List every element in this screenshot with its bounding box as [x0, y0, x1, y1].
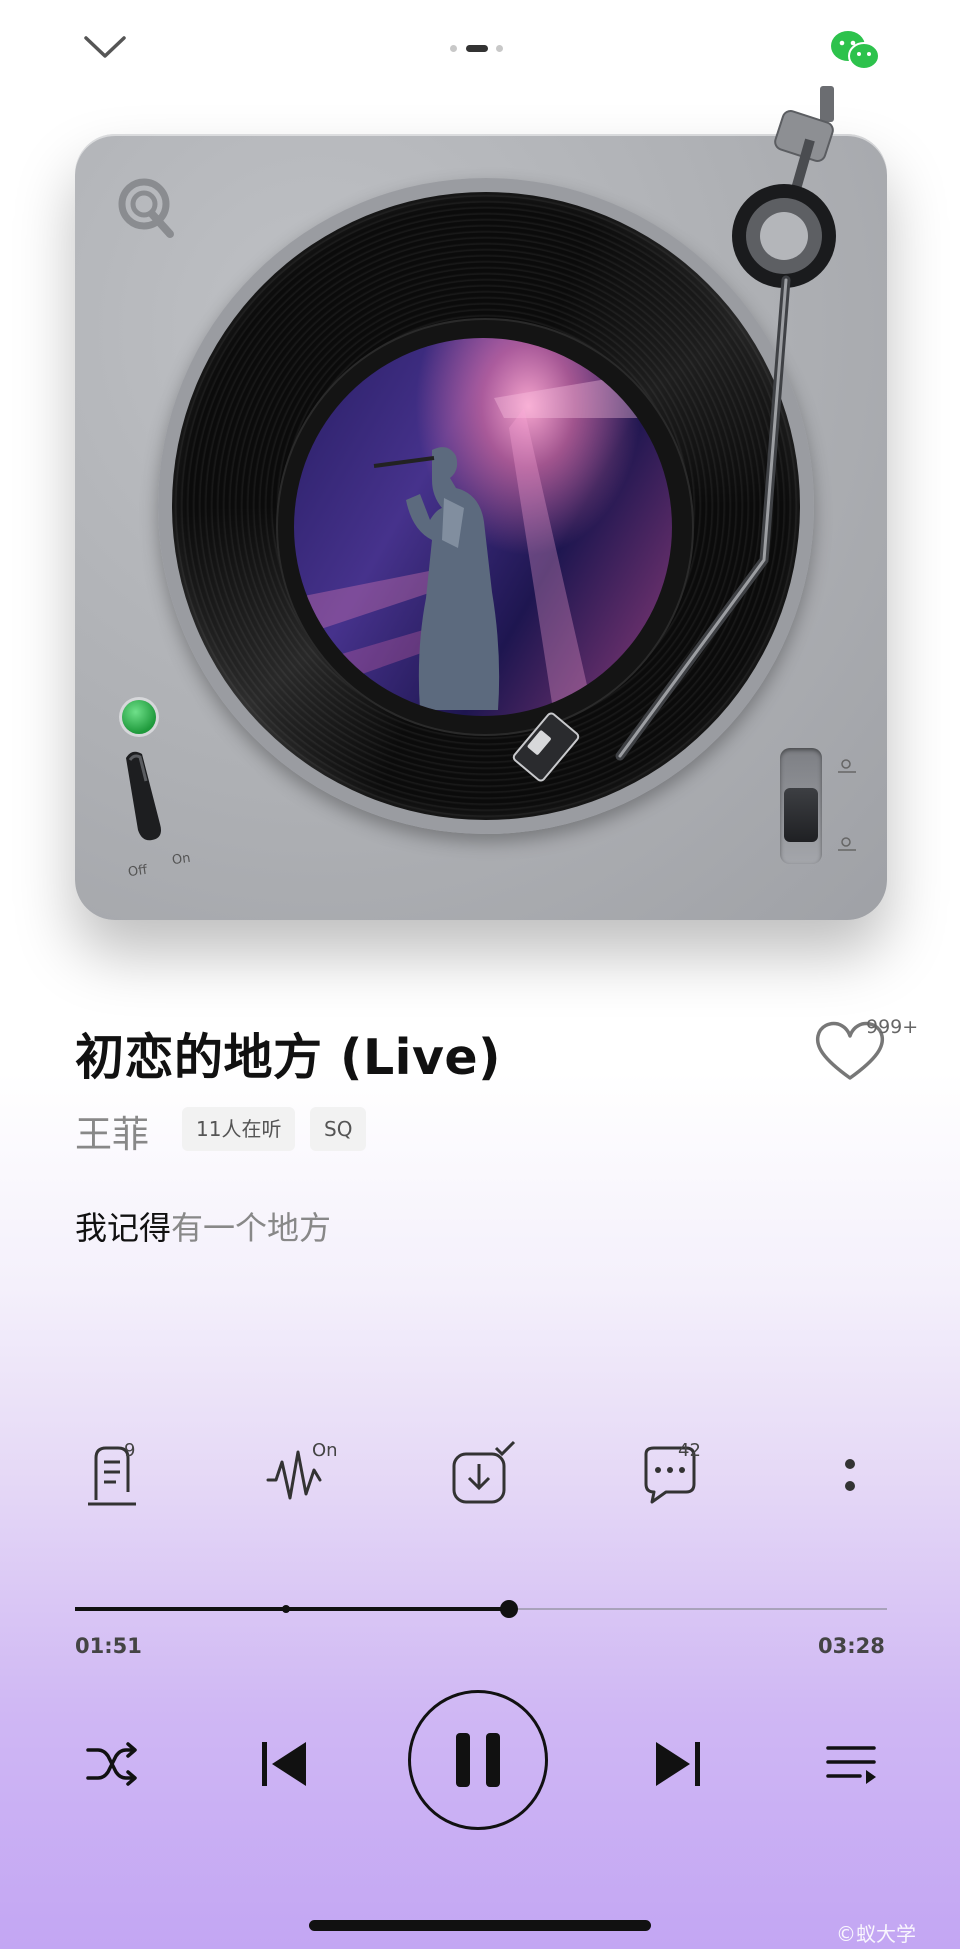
chevron-down-icon[interactable] [78, 26, 132, 70]
wechat-icon[interactable] [828, 26, 884, 74]
lyric-sung: 我记得 [75, 1209, 172, 1247]
page-indicator [450, 44, 512, 54]
watermark: ©蚁大学 [836, 1922, 916, 1946]
pause-button[interactable] [408, 1690, 548, 1830]
progress-fill [75, 1607, 509, 1611]
download-icon[interactable] [448, 1440, 518, 1510]
like-count: 999+ [866, 1016, 919, 1038]
tonearm [500, 80, 920, 820]
song-title: 初恋的地方 (Live) [75, 1029, 502, 1086]
more-icon[interactable] [830, 1440, 900, 1510]
lyric-line[interactable]: 我记得有一个地方 [75, 1203, 331, 1249]
listeners-tag[interactable]: 11人在听 [182, 1107, 296, 1151]
shuffle-icon[interactable] [84, 1740, 140, 1788]
power-indicator-icon [122, 700, 156, 734]
lyrics-badge: 9 [124, 1440, 136, 1461]
sound-effect-badge: On [312, 1440, 338, 1461]
lyrics-poster-button[interactable] [84, 1440, 154, 1510]
power-off-label: Off [127, 862, 149, 881]
speed-switch-knob[interactable] [784, 788, 818, 842]
playlist-icon[interactable] [824, 1740, 880, 1788]
artist-name[interactable]: 王菲 [75, 1104, 149, 1158]
progress-thumb[interactable] [499, 1600, 518, 1618]
previous-icon[interactable] [258, 1738, 310, 1790]
total-time: 03:28 [818, 1634, 885, 1658]
power-switch[interactable] [118, 748, 166, 844]
next-icon[interactable] [652, 1738, 704, 1790]
progress-marker [282, 1605, 291, 1613]
power-on-label: On [171, 850, 192, 869]
quality-tag[interactable]: SQ [310, 1107, 367, 1151]
qq-music-logo [116, 176, 178, 240]
lyric-upcoming: 有一个地方 [171, 1209, 332, 1247]
speed-marks-icon [836, 754, 860, 864]
comment-count: 42 [678, 1440, 701, 1461]
elapsed-time: 01:51 [75, 1634, 142, 1658]
home-indicator[interactable] [309, 1920, 651, 1931]
